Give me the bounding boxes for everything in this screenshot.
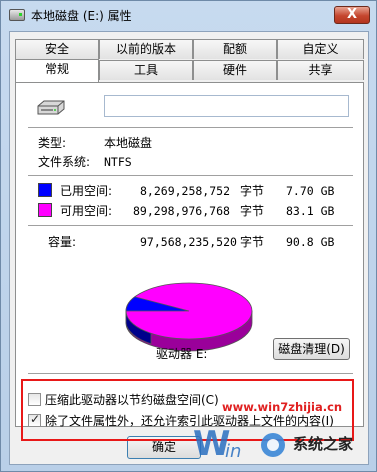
window-title: 本地磁盘 (E:) 属性 xyxy=(31,9,132,23)
disk-usage-pie-chart xyxy=(125,282,253,352)
compress-checkbox[interactable] xyxy=(28,393,41,406)
drive-icon xyxy=(9,9,25,21)
divider xyxy=(28,225,353,226)
type-value: 本地磁盘 xyxy=(104,136,153,150)
capacity-bytes: 97,568,235,520 xyxy=(140,235,237,249)
tab-hardware[interactable]: 硬件 xyxy=(193,60,277,80)
hard-drive-icon xyxy=(37,100,65,115)
free-space-unit: 字节 xyxy=(240,204,265,218)
compress-option[interactable]: 压缩此驱动器以节约磁盘空间(C) xyxy=(28,391,219,409)
divider xyxy=(28,175,353,176)
divider xyxy=(28,373,353,374)
tab-sharing[interactable]: 共享 xyxy=(277,60,364,80)
capacity-size: 90.8 GB xyxy=(286,235,335,249)
tab-security[interactable]: 安全 xyxy=(15,39,99,59)
compress-label: 压缩此驱动器以节约磁盘空间(C) xyxy=(45,393,219,407)
capacity-unit: 字节 xyxy=(240,235,265,249)
free-space-bytes: 89,298,976,768 xyxy=(133,204,230,218)
divider xyxy=(28,127,353,128)
drive-letter-label: 驱动器 E: xyxy=(156,347,208,361)
close-button[interactable]: X xyxy=(334,6,370,24)
general-panel: 类型: 本地磁盘 文件系统: NTFS 已用空间: 8,269,258,752 … xyxy=(15,82,364,428)
tab-tools[interactable]: 工具 xyxy=(99,60,193,80)
disk-cleanup-button[interactable]: 磁盘清理(D) xyxy=(273,338,350,360)
free-space-swatch xyxy=(38,203,52,217)
tab-general[interactable]: 常规 xyxy=(15,59,99,82)
svg-text:in: in xyxy=(225,441,241,462)
title-bar[interactable]: 本地磁盘 (E:) 属性 X xyxy=(1,1,376,29)
used-space-label: 已用空间: xyxy=(60,184,113,198)
free-space-size: 83.1 GB xyxy=(286,204,335,218)
tab-quota[interactable]: 配额 xyxy=(193,39,277,59)
watermark-text: 系统之家 xyxy=(293,435,354,453)
filesystem-value: NTFS xyxy=(104,155,132,169)
used-space-size: 7.70 GB xyxy=(286,184,335,198)
type-label: 类型: xyxy=(38,136,67,150)
ok-button[interactable]: 确定 xyxy=(127,436,201,459)
used-space-unit: 字节 xyxy=(240,184,265,198)
capacity-label: 容量: xyxy=(48,235,77,249)
filesystem-label: 文件系统: xyxy=(38,155,91,169)
volume-name-input[interactable] xyxy=(104,95,349,117)
free-space-label: 可用空间: xyxy=(60,204,113,218)
used-space-bytes: 8,269,258,752 xyxy=(140,184,231,198)
tab-customize[interactable]: 自定义 xyxy=(277,39,364,59)
tab-previous-versions[interactable]: 以前的版本 xyxy=(99,39,193,59)
properties-window: 本地磁盘 (E:) 属性 X 安全 以前的版本 配额 自定义 常规 工具 硬件 … xyxy=(0,0,377,472)
index-checkbox[interactable] xyxy=(28,412,41,427)
used-space-swatch xyxy=(38,183,52,197)
